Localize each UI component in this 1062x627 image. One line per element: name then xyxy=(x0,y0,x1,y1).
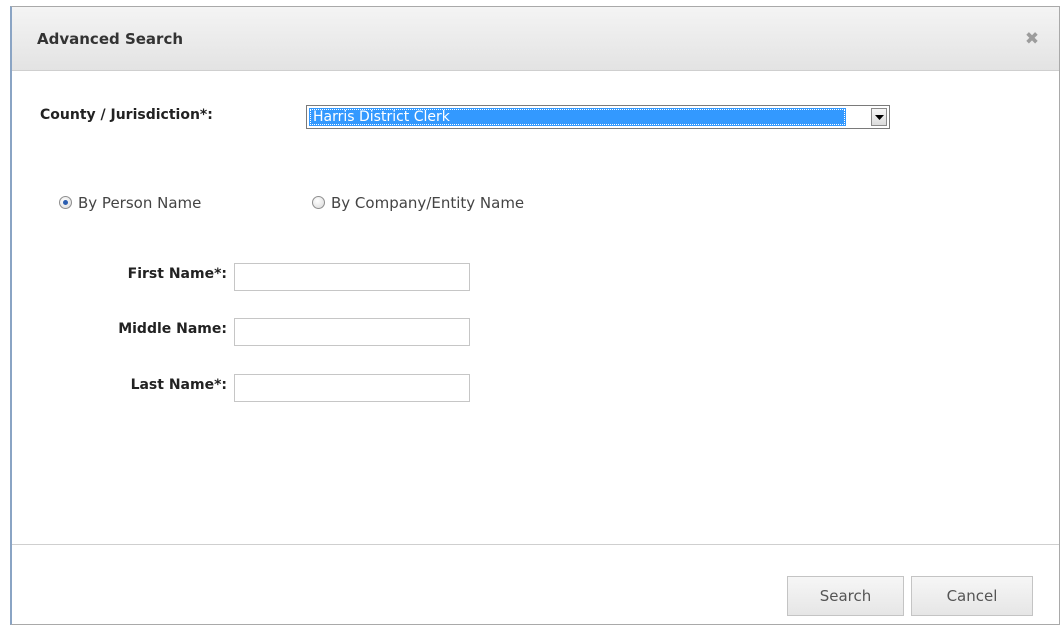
last-name-input[interactable] xyxy=(234,374,470,402)
cancel-button[interactable]: Cancel xyxy=(911,576,1033,616)
middle-name-input[interactable] xyxy=(234,318,470,346)
radio-label: By Company/Entity Name xyxy=(331,194,525,212)
radio-checked-icon[interactable] xyxy=(59,196,72,209)
dialog-title: Advanced Search xyxy=(37,30,184,48)
middle-name-label: Middle Name: xyxy=(118,321,227,337)
search-button[interactable]: Search xyxy=(787,576,904,616)
dialog-titlebar[interactable]: Advanced Search ✖ xyxy=(12,7,1059,71)
county-label: County / Jurisdiction*: xyxy=(40,107,213,123)
advanced-search-dialog: Advanced Search ✖ County / Jurisdiction*… xyxy=(10,6,1060,625)
radio-label: By Person Name xyxy=(78,194,202,212)
first-name-label: First Name*: xyxy=(127,266,227,282)
footer-divider xyxy=(12,544,1059,545)
county-select[interactable]: Harris District Clerk xyxy=(306,105,890,129)
last-name-label: Last Name*: xyxy=(130,377,227,393)
county-select-value: Harris District Clerk xyxy=(309,108,846,126)
page: Advanced Search ✖ County / Jurisdiction*… xyxy=(0,0,1062,627)
chevron-down-icon[interactable] xyxy=(871,108,887,126)
first-name-input[interactable] xyxy=(234,263,470,291)
close-icon[interactable]: ✖ xyxy=(1022,29,1042,49)
radio-unchecked-icon[interactable] xyxy=(312,196,325,209)
